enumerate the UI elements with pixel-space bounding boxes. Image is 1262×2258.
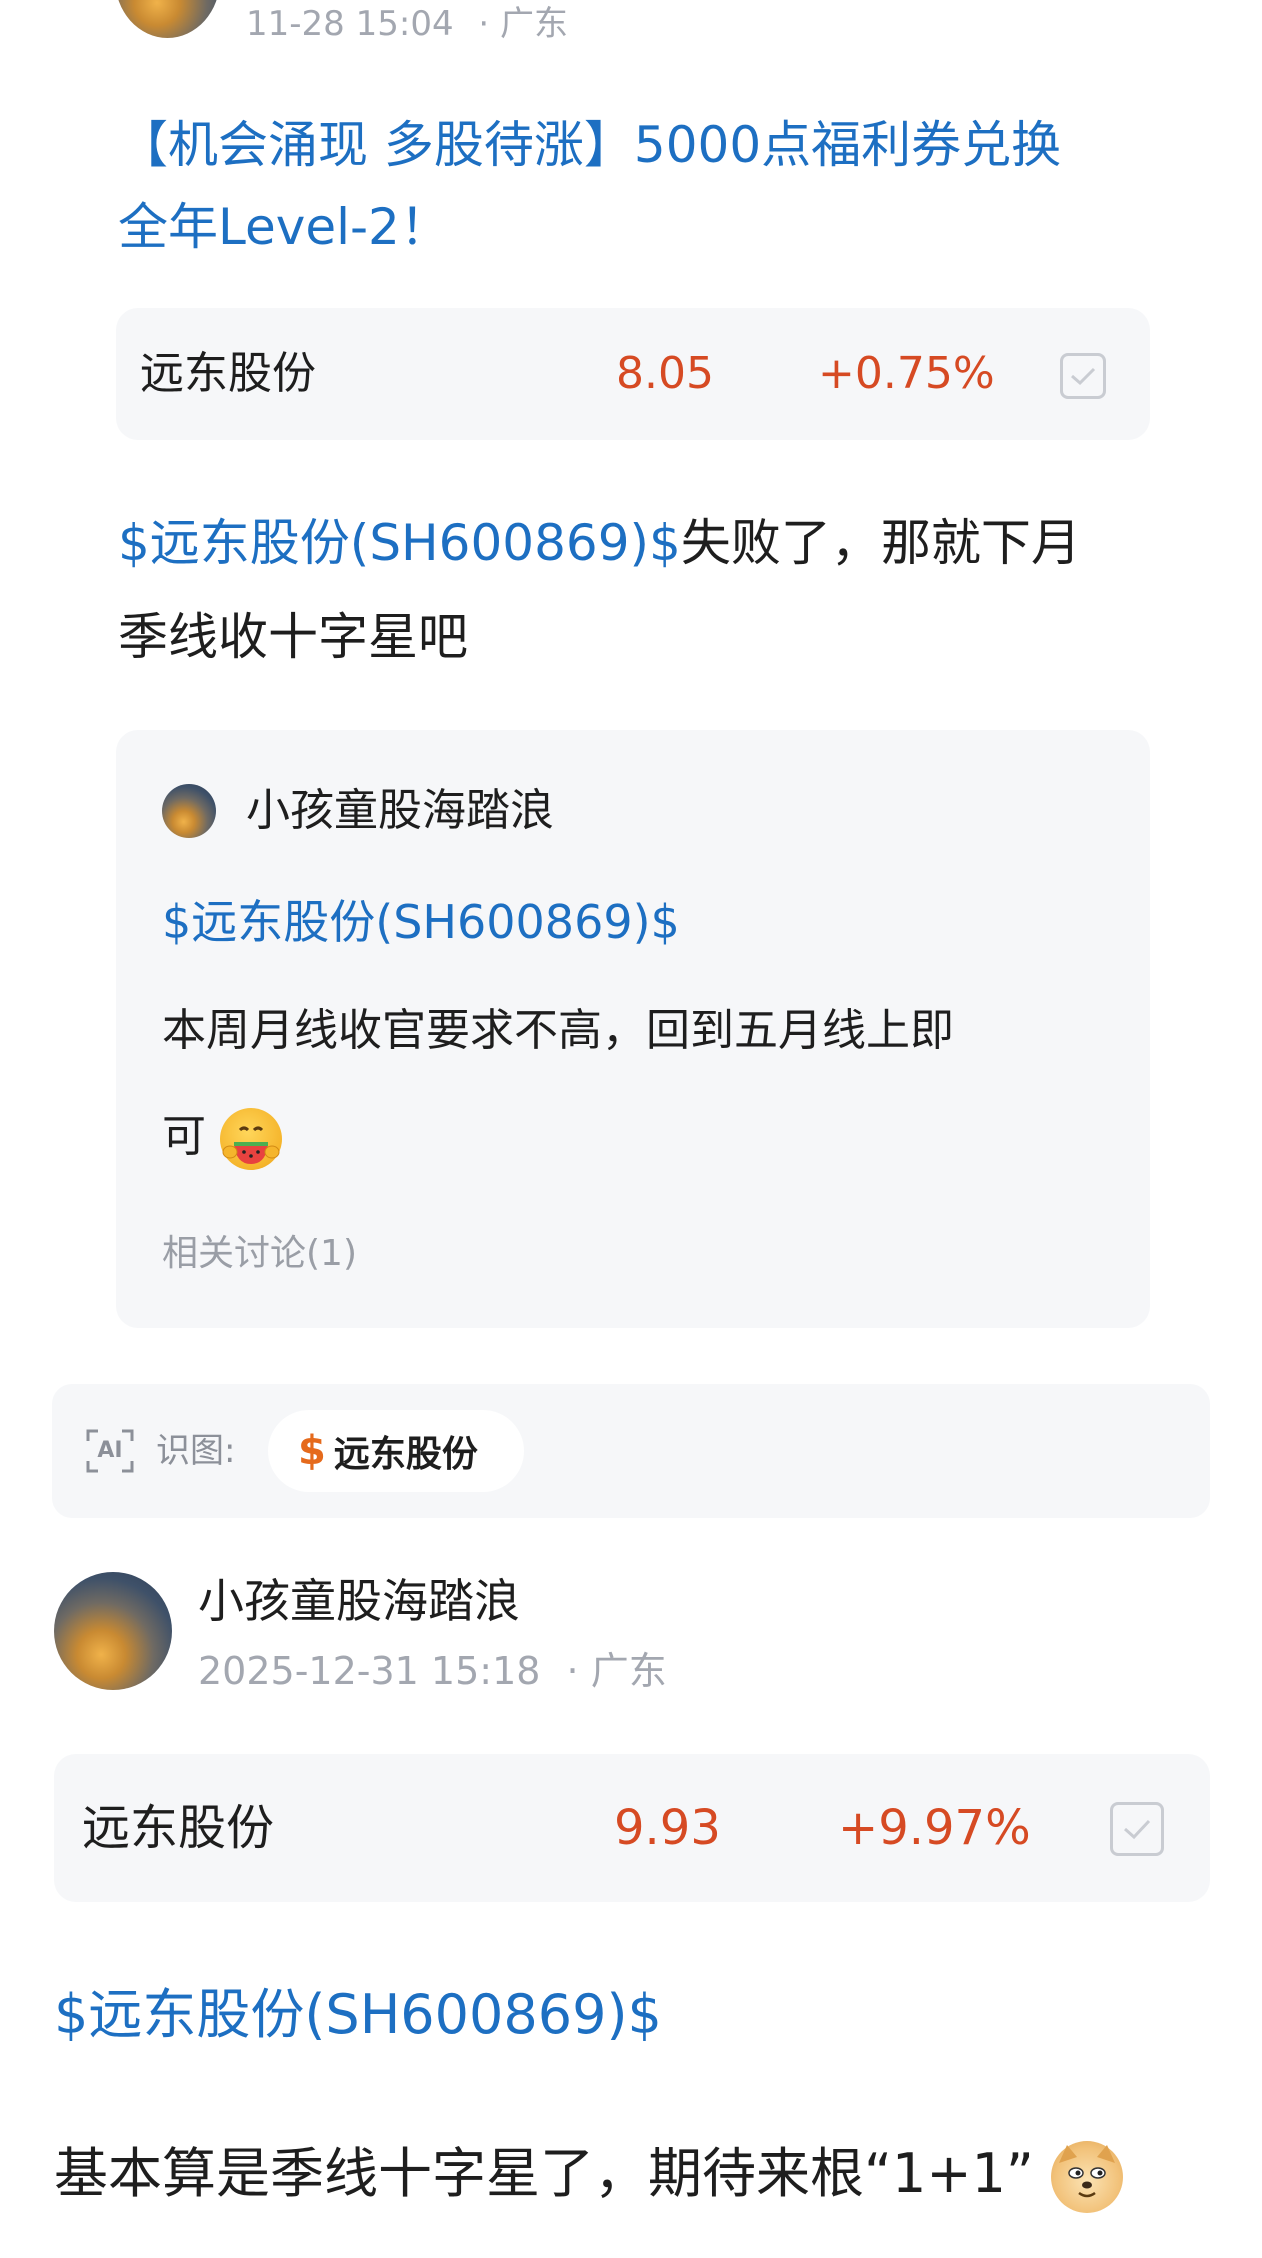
post1-body-text-1: 失败了，那就下月 [680, 514, 1081, 572]
watchlist-checkbox-icon-2[interactable] [1110, 1802, 1164, 1856]
post1-time: 11-28 15:04 [246, 4, 454, 44]
quote-text-line1: 本周月线收官要求不高，回到五月线上即 [162, 1005, 954, 1056]
ai-chip-dollar: $ [298, 1428, 326, 1474]
post1-stock-change: +0.75% [818, 348, 995, 399]
post2-avatar[interactable] [54, 1572, 172, 1690]
post1-meta: 11-28 15:04 · 广东 [246, 4, 568, 44]
post1-avatar[interactable] [115, 0, 220, 38]
post2-author[interactable]: 小孩童股海踏浪 [198, 1568, 520, 1634]
post1-title[interactable]: 【机会涌现 多股待涨】5000点福利券兑换 全年Level-2！ [118, 104, 1158, 268]
ai-chip-stock-name: 远东股份 [333, 1434, 478, 1475]
quote-card[interactable]: 小孩童股海踏浪 $远东股份(SH600869)$ 本周月线收官要求不高，回到五月… [116, 730, 1150, 1328]
ai-stock-chip[interactable]: $ 远东股份 [268, 1410, 524, 1492]
post2-body: 基本算是季线十字星了，期待来根“1+1” [54, 2124, 1234, 2224]
quote-author-name[interactable]: 小孩童股海踏浪 [246, 782, 554, 840]
post1-location: · 广东 [478, 4, 569, 44]
post2-stock-price: 9.93 [614, 1800, 721, 1856]
post1-stock-link[interactable]: $远东股份(SH600869)$ [118, 514, 681, 572]
watchlist-checkbox-icon[interactable] [1060, 353, 1106, 399]
ai-recognition-label: 识图: [156, 1431, 236, 1471]
post2-stock-name: 远东股份 [82, 1800, 275, 1856]
quote-text-line2: 可 [162, 1111, 206, 1162]
quote-stock-link[interactable]: $远东股份(SH600869)$ [162, 886, 680, 958]
post1-title-line1: 【机会涌现 多股待涨】5000点福利券兑换 [118, 116, 1062, 174]
quote-author-avatar[interactable] [162, 784, 216, 838]
post1-body: $远东股份(SH600869)$失败了，那就下月 季线收十字星吧 [118, 496, 1178, 684]
watermelon-face-emoji-icon [220, 1108, 282, 1170]
doge-emoji-icon [1051, 2141, 1124, 2214]
post1-stock-name: 远东股份 [140, 348, 316, 399]
post2-body-text: 基本算是季线十字星了，期待来根“1+1” [54, 2142, 1034, 2205]
ai-scan-icon: AI [84, 1425, 136, 1477]
ai-scan-label: AI [97, 1438, 123, 1463]
post2-stock-link[interactable]: $远东股份(SH600869)$ [54, 1970, 662, 2060]
post2-time: 2025-12-31 15:18 [198, 1649, 541, 1693]
quote-related-discussions[interactable]: 相关讨论(1) [162, 1226, 357, 1282]
post2-stock-change: +9.97% [838, 1800, 1031, 1856]
post1-title-line2: 全年Level-2！ [118, 198, 450, 256]
check-icon [1071, 367, 1096, 386]
post1-stock-price: 8.05 [616, 348, 714, 399]
ai-recognition-bar: AI 识图: $ 远东股份 [52, 1384, 1210, 1518]
post2-meta: 2025-12-31 15:18 · 广东 [198, 1648, 667, 1694]
quote-text: 本周月线收官要求不高，回到五月线上即 可 [162, 978, 1122, 1190]
post2-location: · 广东 [566, 1649, 667, 1693]
post2-stock-card[interactable]: 远东股份 9.93 +9.97% [54, 1754, 1210, 1902]
check-icon [1124, 1819, 1151, 1840]
post1-stock-card[interactable]: 远东股份 8.05 +0.75% [116, 308, 1150, 440]
post1-body-text-2: 季线收十字星吧 [118, 608, 468, 666]
